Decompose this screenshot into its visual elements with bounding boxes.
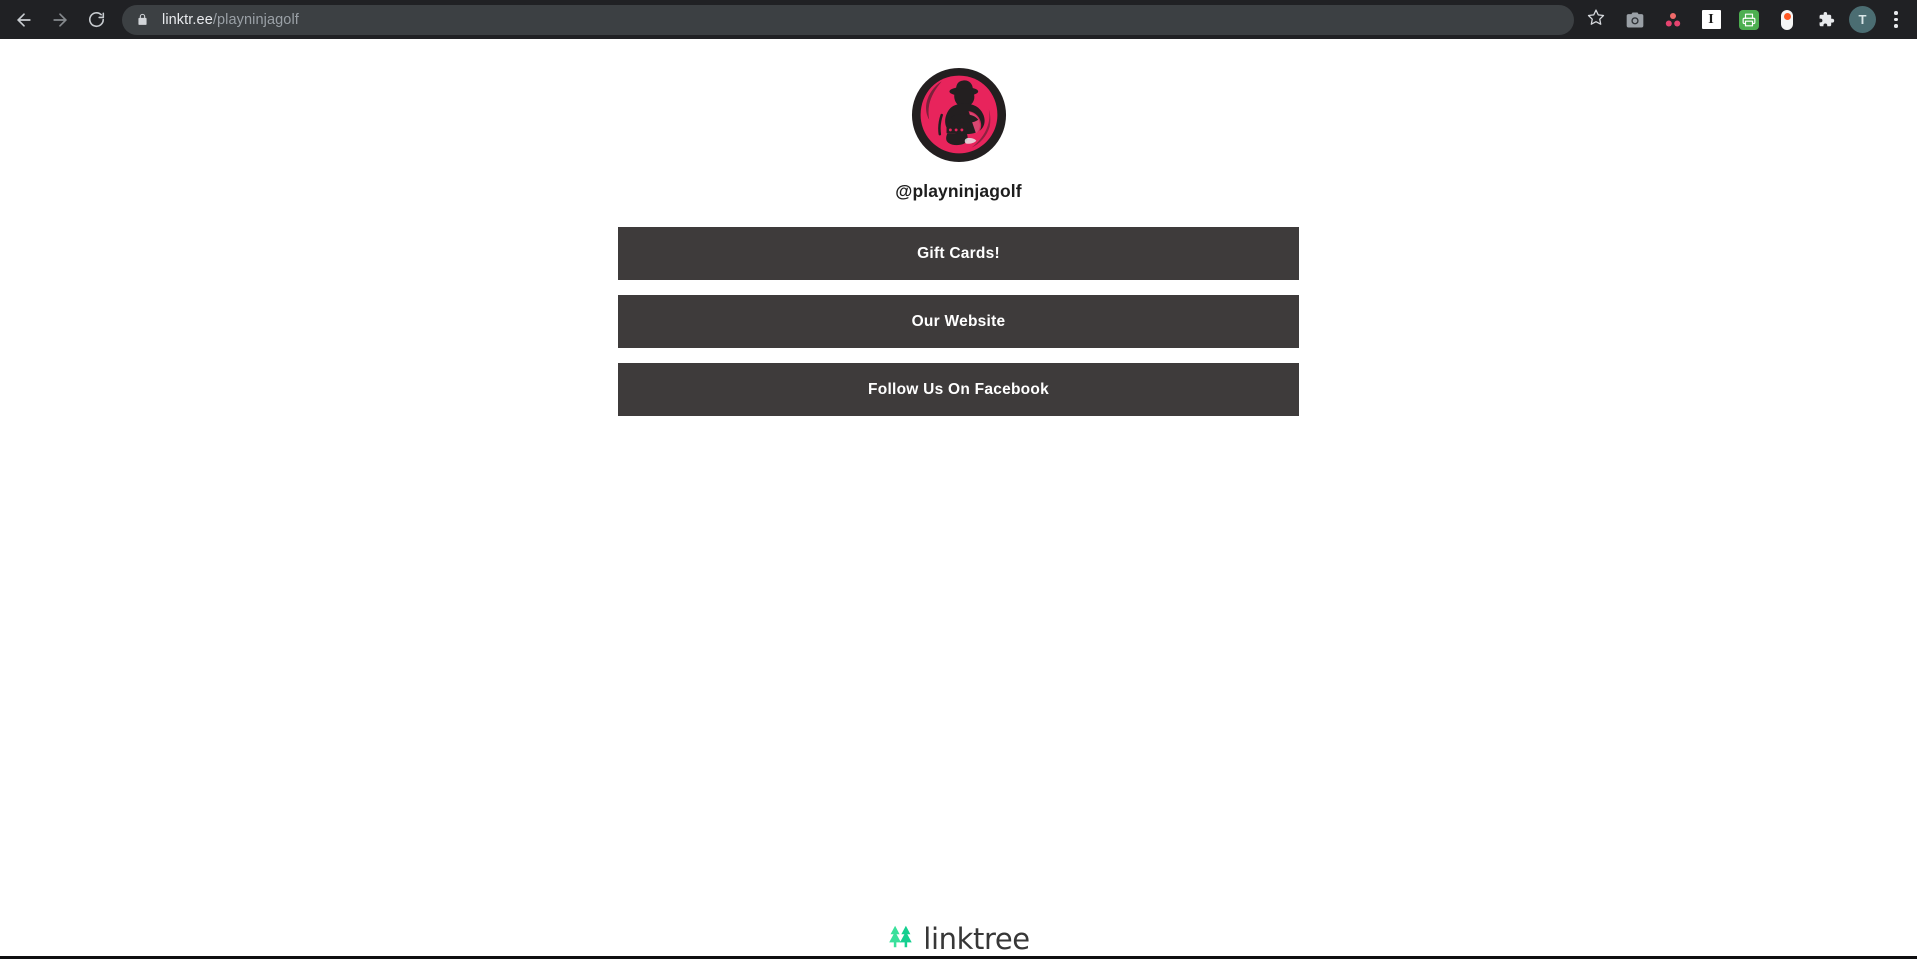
reload-icon <box>87 10 106 29</box>
pill-status-dot <box>1783 12 1791 20</box>
pill-extension-badge <box>1781 9 1793 30</box>
browser-toolbar: linktr.ee/playninjagolf I T <box>0 0 1917 39</box>
browser-profile-avatar[interactable]: T <box>1849 6 1876 33</box>
link-button-label: Follow Us On Facebook <box>868 380 1049 398</box>
address-bar[interactable]: linktr.ee/playninjagolf <box>122 4 1574 35</box>
url-text: linktr.ee/playninjagolf <box>162 12 299 28</box>
star-icon <box>1587 8 1605 31</box>
linktree-wordmark: linktree <box>923 922 1030 956</box>
link-button-label: Gift Cards! <box>917 244 1000 262</box>
ninja-golf-logo-avatar <box>910 67 1007 163</box>
asana-extension-icon[interactable] <box>1657 4 1689 36</box>
bookmark-button[interactable] <box>1580 4 1612 36</box>
pill-extension-icon[interactable] <box>1771 4 1803 36</box>
link-button-gift-cards[interactable]: Gift Cards! <box>618 227 1299 280</box>
link-button-follow-us-on-facebook[interactable]: Follow Us On Facebook <box>618 363 1299 416</box>
menu-dot <box>1894 24 1898 28</box>
menu-dot <box>1894 17 1898 22</box>
reload-button[interactable] <box>78 2 114 38</box>
puzzle-extensions-icon[interactable] <box>1809 4 1841 36</box>
menu-dot <box>1894 11 1898 15</box>
camera-extension-icon[interactable] <box>1619 4 1651 36</box>
profile-handle: @playninjagolf <box>895 181 1022 201</box>
back-button[interactable] <box>6 2 42 38</box>
url-path: /playninjagolf <box>212 11 299 28</box>
arrow-left-icon <box>14 10 34 30</box>
arrow-right-icon <box>50 10 70 30</box>
kebab-menu-icon[interactable] <box>1881 4 1911 36</box>
links-list: Gift Cards! Our Website Follow Us On Fac… <box>618 227 1299 416</box>
forward-button[interactable] <box>42 2 78 38</box>
url-domain: linktr.ee <box>162 11 213 28</box>
linktree-logo-icon <box>887 923 914 955</box>
lock-icon <box>134 12 150 28</box>
green-extension-icon[interactable] <box>1733 4 1765 36</box>
linktree-page: @playninjagolf Gift Cards! Our Website F… <box>0 39 1917 959</box>
linktree-footer-brand[interactable]: linktree <box>0 922 1917 956</box>
green-extension-badge <box>1739 9 1759 30</box>
avatar <box>910 67 1007 163</box>
link-button-our-website[interactable]: Our Website <box>618 295 1299 348</box>
profile-section: @playninjagolf Gift Cards! Our Website F… <box>0 39 1917 416</box>
instapaper-glyph: I <box>1701 10 1721 29</box>
extensions-tray: I <box>1616 4 1844 36</box>
instapaper-extension-icon[interactable]: I <box>1695 4 1727 36</box>
link-button-label: Our Website <box>911 312 1006 330</box>
